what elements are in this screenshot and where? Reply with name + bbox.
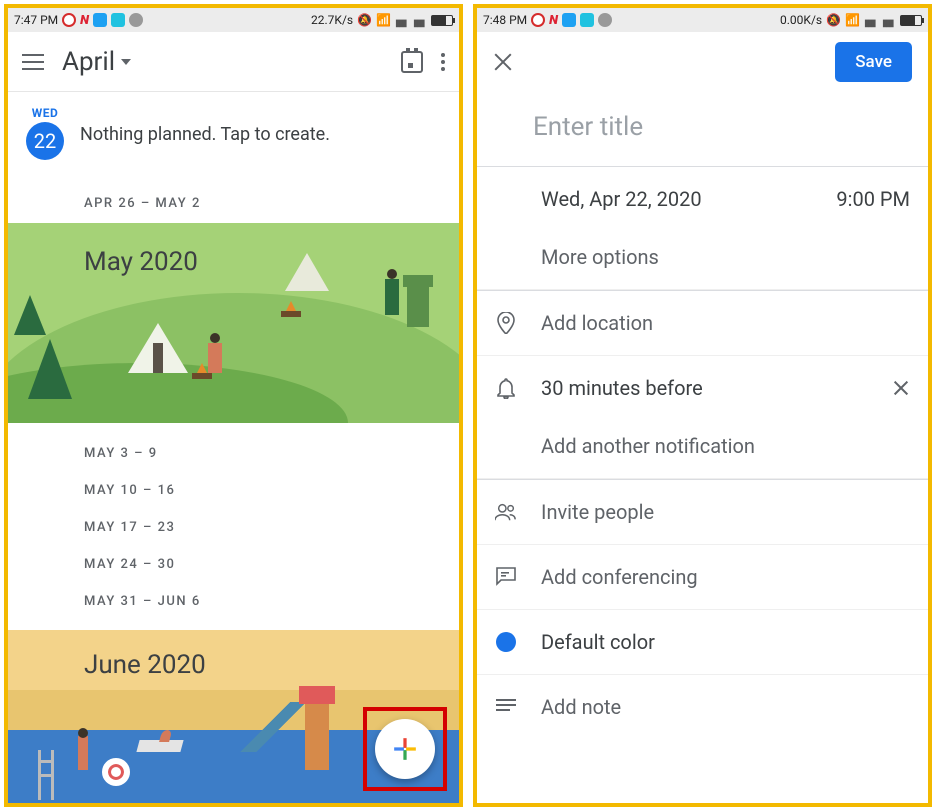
battery-icon (431, 15, 453, 26)
day-number: 22 (26, 122, 64, 160)
close-icon[interactable] (493, 52, 513, 72)
notification-row[interactable]: 30 minutes before (477, 356, 928, 420)
add-notification-label: Add another notification (541, 434, 910, 458)
status-bar: 7:47 PM N 22.7K/s 🔕 📶 (8, 8, 459, 32)
save-button[interactable]: Save (835, 42, 912, 82)
n-app-icon: N (80, 13, 89, 28)
signal-icon (395, 15, 409, 25)
plus-icon (392, 736, 418, 762)
event-date[interactable]: Wed, Apr 22, 2020 (541, 187, 812, 211)
notes-icon (495, 696, 517, 718)
location-pin-icon (495, 312, 517, 334)
net-speed: 22.7K/s (311, 13, 353, 27)
agenda-scroll[interactable]: WED 22 Nothing planned. Tap to create. A… (8, 92, 459, 803)
signal-icon-2 (882, 15, 896, 25)
twitter-icon (562, 13, 576, 27)
battery-icon (900, 15, 922, 26)
day-chip[interactable]: WED 22 (26, 106, 64, 160)
color-swatch-icon (495, 631, 517, 653)
form-header: Save (477, 32, 928, 92)
month-banner-title: June 2020 (84, 650, 206, 680)
color-label: Default color (541, 630, 910, 654)
chat-icon (495, 566, 517, 588)
app-icon (111, 13, 125, 27)
title-input[interactable]: Enter title (477, 92, 928, 167)
bell-icon (495, 377, 517, 399)
today-icon[interactable] (401, 51, 423, 73)
empty-day-tap[interactable]: Nothing planned. Tap to create. (80, 106, 330, 160)
week-range: APR 26 – MAY 2 (8, 178, 459, 223)
app-icon (580, 13, 594, 27)
month-label: April (62, 47, 115, 77)
signal-icon (864, 15, 878, 25)
twitter-icon (93, 13, 107, 27)
invite-label: Invite people (541, 500, 910, 524)
more-options-row[interactable]: More options (477, 231, 928, 290)
opera-icon (531, 13, 545, 27)
remove-notification-icon[interactable] (892, 379, 910, 397)
week-list: MAY 3 – 9 MAY 10 – 16 MAY 17 – 23 MAY 24… (8, 423, 459, 630)
may-banner: May 2020 (8, 223, 459, 423)
conferencing-label: Add conferencing (541, 565, 910, 589)
week-range: MAY 3 – 9 (84, 435, 459, 472)
week-range: MAY 24 – 30 (84, 546, 459, 583)
status-time: 7:47 PM (14, 13, 58, 27)
month-banner-title: May 2020 (84, 247, 198, 277)
wifi-icon: 📶 (376, 13, 391, 27)
day-of-week: WED (32, 106, 59, 120)
people-icon (495, 501, 517, 523)
month-selector[interactable]: April (62, 47, 131, 77)
signal-icon-2 (413, 15, 427, 25)
spacer (495, 188, 517, 210)
net-speed: 0.00K/s (780, 13, 822, 27)
app-header: April (8, 32, 459, 92)
create-fab[interactable] (375, 719, 435, 779)
notification-label: 30 minutes before (541, 376, 868, 400)
event-form-screen: 7:48 PM N 0.00K/s 🔕 📶 Save Enter title W… (473, 4, 932, 807)
dnd-icon: 🔕 (826, 13, 841, 27)
location-row[interactable]: Add location (477, 291, 928, 356)
location-label: Add location (541, 311, 910, 335)
datetime-row[interactable]: Wed, Apr 22, 2020 9:00 PM (477, 167, 928, 231)
n-app-icon: N (549, 13, 558, 28)
chevron-down-icon (121, 59, 131, 65)
app-icon-grey (129, 13, 143, 27)
app-icon-grey (598, 13, 612, 27)
week-range: MAY 10 – 16 (84, 472, 459, 509)
wifi-icon: 📶 (845, 13, 860, 27)
status-bar: 7:48 PM N 0.00K/s 🔕 📶 (477, 8, 928, 32)
hamburger-icon[interactable] (22, 54, 44, 70)
note-row[interactable]: Add note (477, 675, 928, 739)
invite-row[interactable]: Invite people (477, 480, 928, 545)
add-notification-row[interactable]: Add another notification (477, 420, 928, 479)
opera-icon (62, 13, 76, 27)
note-label: Add note (541, 695, 910, 719)
more-options-label: More options (541, 245, 910, 269)
day-row: WED 22 Nothing planned. Tap to create. (8, 92, 459, 178)
week-range: MAY 31 – JUN 6 (84, 583, 459, 620)
more-icon[interactable] (441, 53, 445, 71)
week-range: MAY 17 – 23 (84, 509, 459, 546)
fab-highlight (363, 707, 447, 791)
event-time[interactable]: 9:00 PM (836, 187, 910, 211)
status-time: 7:48 PM (483, 13, 527, 27)
color-row[interactable]: Default color (477, 610, 928, 675)
conferencing-row[interactable]: Add conferencing (477, 545, 928, 610)
dnd-icon: 🔕 (357, 13, 372, 27)
calendar-screen: 7:47 PM N 22.7K/s 🔕 📶 April WED (4, 4, 463, 807)
